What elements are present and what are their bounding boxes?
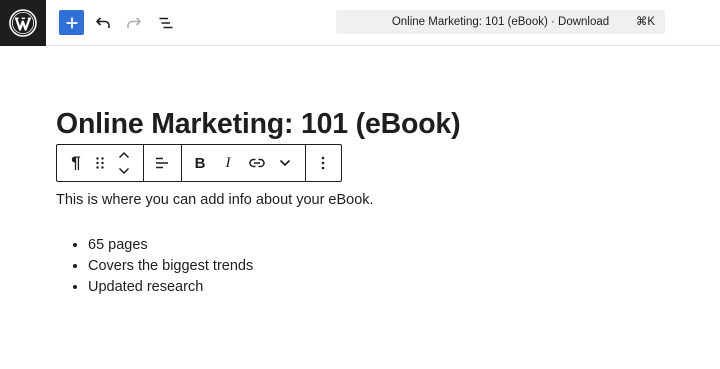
undo-button[interactable] xyxy=(92,12,114,34)
more-rich-text-chevron-icon xyxy=(279,159,291,167)
list-block[interactable]: 65 pages Covers the biggest trends Updat… xyxy=(56,235,253,298)
bold-button[interactable]: B xyxy=(189,145,211,181)
undo-icon xyxy=(96,17,110,28)
italic-button[interactable]: I xyxy=(217,145,239,181)
move-up-icon xyxy=(118,151,130,159)
document-overview-button[interactable] xyxy=(155,12,177,34)
toolbar-divider xyxy=(143,145,144,181)
document-overview-icon xyxy=(159,17,173,29)
toolbar-divider xyxy=(181,145,182,181)
link-button[interactable] xyxy=(245,145,269,181)
wordpress-logo-icon[interactable] xyxy=(0,0,46,46)
document-title-bar-label: Online Marketing: 101 (eBook) · Download xyxy=(391,16,610,28)
move-down-button[interactable] xyxy=(115,162,133,180)
redo-button[interactable] xyxy=(123,12,145,34)
paragraph-icon: ¶ xyxy=(71,153,81,172)
paragraph-block-button[interactable]: ¶ xyxy=(63,145,89,181)
redo-icon xyxy=(127,17,141,28)
italic-icon: I xyxy=(225,154,231,171)
list-item[interactable]: Updated research xyxy=(88,277,253,298)
list-item[interactable]: Covers the biggest trends xyxy=(88,256,253,277)
post-title[interactable]: Online Marketing: 101 (eBook) xyxy=(56,104,461,144)
add-block-button[interactable] xyxy=(59,10,84,35)
block-toolbar: ¶ B I xyxy=(56,144,342,182)
more-rich-text-button[interactable] xyxy=(275,145,295,181)
drag-handle[interactable] xyxy=(90,145,110,181)
link-icon xyxy=(249,158,265,168)
block-options-button[interactable] xyxy=(311,145,335,181)
editor-header: Online Marketing: 101 (eBook) · Download… xyxy=(0,0,720,46)
plus-icon xyxy=(66,17,77,28)
command-palette-bar[interactable]: Online Marketing: 101 (eBook) · Download… xyxy=(336,10,665,34)
paragraph-block[interactable]: This is where you can add info about you… xyxy=(56,190,374,210)
block-options-icon xyxy=(321,156,325,170)
align-button[interactable] xyxy=(149,145,175,181)
align-left-icon xyxy=(156,157,168,169)
move-down-icon xyxy=(118,167,130,175)
command-shortcut-label: ⌘K xyxy=(635,16,655,28)
bold-icon: B xyxy=(194,154,206,172)
list-item[interactable]: 65 pages xyxy=(88,235,253,256)
drag-handle-icon xyxy=(96,157,104,169)
toolbar-divider xyxy=(305,145,306,181)
